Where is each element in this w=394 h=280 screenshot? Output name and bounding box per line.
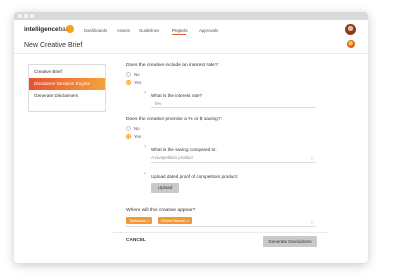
footer-divider (112, 232, 328, 233)
radio-option-yes[interactable]: Yes (126, 80, 142, 86)
nav-approvals[interactable]: Approvals (199, 28, 218, 33)
upload-button[interactable]: Upload (151, 183, 179, 193)
window-dot-icon[interactable] (30, 14, 34, 18)
window-titlebar (14, 12, 368, 20)
generate-disclaimers-button[interactable]: Generate Disclaimers (263, 236, 317, 247)
interest-rate-label: What is the interest rate? (151, 93, 203, 98)
chevron-down-icon[interactable]: ⌄ (310, 155, 314, 161)
tag-television[interactable]: Television × (126, 217, 153, 224)
radio-unselected-icon[interactable] (126, 126, 131, 132)
page-title: New Creative Brief (24, 42, 83, 49)
user-avatar[interactable] (345, 24, 356, 35)
logo-bold-text: intelligence (24, 26, 59, 33)
radio-label: Yes (134, 80, 142, 85)
placement-underline (126, 226, 316, 227)
tag-online-banner[interactable]: Online Banner × (158, 217, 193, 224)
upload-proof-label: Upload dated proof of competitors produc… (151, 174, 239, 179)
chevron-right-icon: › (144, 90, 146, 96)
brief-sidebar: Creative Brief Disclaimer Decision Engin… (28, 64, 106, 112)
chevron-right-icon: › (144, 171, 146, 177)
nav-dashboards[interactable]: Dashboards (84, 28, 107, 33)
question-interest-rate: Does the creative include an interest ra… (126, 63, 219, 68)
radio-label: No (134, 126, 140, 131)
sidebar-item-generate-disclaimers[interactable]: Generate Disclaimers (29, 90, 105, 102)
question-saving: Does the creative promise a % or $ savin… (126, 117, 222, 122)
interest-rate-input[interactable]: 5% (155, 101, 161, 106)
logo-mark-icon (66, 25, 74, 33)
radio-selected-icon[interactable] (126, 80, 131, 86)
saving-compared-label: What is the saving compared to: (151, 147, 217, 152)
sidebar-item-disclaimer-decision-engine[interactable]: Disclaimer Decision Engine (29, 78, 105, 90)
radio-option-no[interactable]: No (126, 72, 140, 78)
radio-selected-icon[interactable] (126, 134, 131, 140)
chevron-right-icon: › (144, 144, 146, 150)
nav-assets[interactable]: Assets (117, 28, 130, 33)
radio-unselected-icon[interactable] (126, 72, 131, 78)
question-placement: Where will this creative appear? (126, 208, 196, 213)
project-avatar-icon[interactable] (347, 40, 355, 48)
interest-rate-underline (151, 107, 316, 108)
logo[interactable]: intelligencebank (24, 26, 72, 33)
nav-guidelines[interactable]: Guidelines (139, 28, 159, 33)
cancel-button[interactable]: CANCEL (126, 238, 146, 243)
radio-label: No (134, 72, 140, 77)
chevron-down-icon[interactable]: ⌄ (310, 219, 314, 225)
window-dot-icon[interactable] (24, 14, 28, 18)
saving-compared-select[interactable]: A competitors product (151, 155, 193, 160)
radio-label: Yes (134, 134, 142, 139)
saving-compared-underline (151, 162, 316, 163)
radio-option-yes[interactable]: Yes (126, 134, 142, 140)
nav-projects[interactable]: Projects (172, 28, 188, 33)
sidebar-item-creative-brief[interactable]: Creative Brief (29, 66, 105, 78)
header-divider (14, 53, 368, 54)
nav-active-underline (172, 34, 186, 35)
radio-option-no[interactable]: No (126, 126, 140, 132)
window-dot-icon[interactable] (18, 14, 22, 18)
